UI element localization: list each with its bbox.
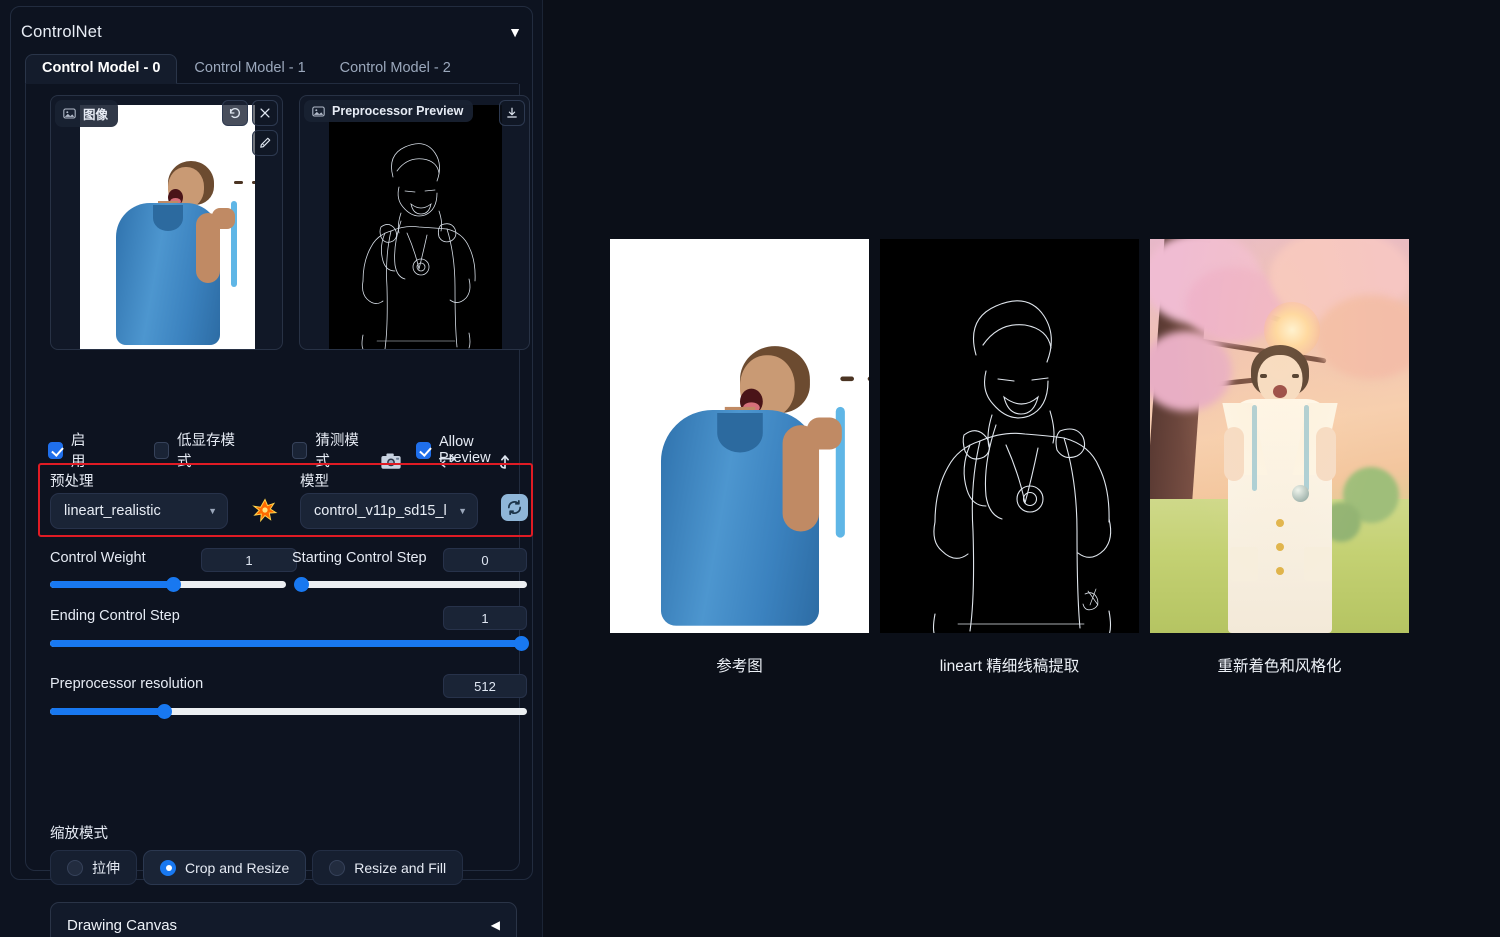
radio-dot [160, 860, 176, 876]
lineart-sketch-large [880, 239, 1141, 635]
gallery-item-stylized: 重新着色和风格化 [1148, 237, 1411, 676]
spark-icon[interactable] [252, 497, 278, 523]
checkbox-allow-preview[interactable]: Allow Preview [416, 434, 518, 466]
model-value: control_v11p_sd15_l [314, 503, 447, 519]
drawing-canvas-label: Drawing Canvas [67, 917, 177, 934]
result-gallery: 参考图 [608, 237, 1411, 676]
source-image-tools [222, 100, 278, 156]
refresh-icon[interactable] [501, 494, 528, 521]
preprocessor-resolution-value[interactable]: 512 [443, 674, 527, 698]
ending-control-step-value[interactable]: 1 [443, 606, 527, 630]
control-weight-value[interactable]: 1 [201, 548, 297, 572]
preprocessor-value: lineart_realistic [64, 503, 161, 519]
image-icon [312, 105, 325, 118]
gallery-item-reference: 参考图 [608, 237, 871, 676]
checkbox-box [48, 442, 63, 459]
checkbox-allow-preview-label: Allow Preview [439, 434, 518, 466]
download-icon[interactable] [499, 100, 525, 126]
undo-icon[interactable] [222, 100, 248, 126]
gallery-item-lineart: lineart 精细线稿提取 [878, 237, 1141, 676]
resize-mode-label: 缩放模式 [50, 822, 108, 843]
controlnet-header[interactable]: ControlNet ▼ [21, 15, 522, 49]
radio-dot [67, 860, 83, 876]
radio-dot [329, 860, 345, 876]
gallery-caption-lineart: lineart 精细线稿提取 [878, 654, 1141, 676]
tab-control-model-0[interactable]: Control Model - 0 [25, 54, 177, 84]
close-icon[interactable] [252, 100, 278, 126]
radio-resize-and-fill[interactable]: Resize and Fill [312, 850, 463, 885]
radio-stretch[interactable]: 拉伸 [50, 850, 137, 885]
checkbox-enable[interactable]: 启用 [48, 429, 96, 471]
caret-down-icon[interactable]: ▼ [508, 25, 522, 39]
checkbox-low-vram[interactable]: 低显存模式 [154, 429, 240, 471]
pencil-edit-icon[interactable] [252, 130, 278, 156]
preprocessor-preview-tools [499, 100, 525, 126]
gallery-caption-stylized: 重新着色和风格化 [1148, 654, 1411, 676]
caret-left-icon: ◀ [491, 918, 500, 932]
page-title: ControlNet [21, 23, 102, 42]
checkbox-box [154, 442, 169, 459]
control-weight-label: Control Weight [50, 550, 146, 566]
lineart-map-image[interactable] [878, 237, 1141, 635]
preprocessor-preview-label: Preprocessor Preview [332, 104, 463, 118]
resize-mode-group: 拉伸 Crop and Resize Resize and Fill [50, 850, 463, 885]
gallery-caption-reference: 参考图 [608, 654, 871, 676]
checkbox-box [416, 442, 431, 459]
preprocessor-preview-image [329, 105, 502, 350]
checkbox-guess-mode[interactable]: 猜测模式 [292, 429, 366, 471]
starting-control-step-slider[interactable] [296, 581, 527, 588]
controlnet-panel-body: ControlNet ▼ Control Model - 0 Control M… [10, 6, 533, 880]
stylized-result-image[interactable] [1148, 237, 1411, 635]
model-label: 模型 [300, 470, 329, 491]
controlnet-panel: ControlNet ▼ Control Model - 0 Control M… [0, 0, 543, 937]
checkbox-box [292, 442, 307, 459]
ending-control-step-label: Ending Control Step [50, 608, 180, 624]
image-icon [63, 107, 76, 120]
preprocessor-resolution-slider[interactable] [50, 708, 527, 715]
app-root: ControlNet ▼ Control Model - 0 Control M… [0, 0, 1500, 937]
tab-bar: Control Model - 0 Control Model - 1 Cont… [25, 51, 518, 84]
tab-panel-content: 图像 [25, 84, 520, 871]
preprocessor-preview-pane[interactable]: Preprocessor Preview [299, 95, 530, 350]
sunlight-overlay [1150, 239, 1409, 633]
source-image-label-chip: 图像 [55, 100, 118, 127]
chevron-down-icon: ▼ [208, 506, 217, 516]
options-row: 启用 低显存模式 猜测模式 Allow Preview [48, 429, 518, 471]
preprocessor-label: 预处理 [50, 470, 94, 491]
preprocessor-resolution-label: Preprocessor resolution [50, 676, 203, 692]
starting-control-step-value[interactable]: 0 [443, 548, 527, 572]
checkbox-guess-mode-label: 猜测模式 [315, 429, 366, 471]
chevron-down-icon: ▼ [458, 506, 467, 516]
reference-photo-image[interactable] [608, 237, 871, 635]
tab-control-model-2[interactable]: Control Model - 2 [323, 54, 468, 83]
radio-crop-and-resize-label: Crop and Resize [185, 860, 289, 876]
radio-stretch-label: 拉伸 [92, 858, 120, 878]
drawing-canvas-accordion[interactable]: Drawing Canvas ◀ [50, 902, 517, 937]
source-image-pane[interactable]: 图像 [50, 95, 283, 350]
control-weight-slider[interactable] [50, 581, 286, 588]
radio-crop-and-resize[interactable]: Crop and Resize [143, 850, 306, 885]
radio-resize-and-fill-label: Resize and Fill [354, 860, 446, 876]
checkbox-enable-label: 启用 [71, 429, 96, 471]
preprocessor-preview-label-chip: Preprocessor Preview [304, 100, 473, 122]
tab-control-model-1[interactable]: Control Model - 1 [177, 54, 322, 83]
lineart-sketch [329, 105, 502, 350]
source-image-label: 图像 [83, 104, 108, 123]
starting-control-step-label: Starting Control Step [292, 550, 427, 566]
checkbox-low-vram-label: 低显存模式 [177, 429, 240, 471]
ending-control-step-slider[interactable] [50, 640, 527, 647]
preprocessor-select[interactable]: lineart_realistic ▼ [50, 493, 228, 529]
model-select[interactable]: control_v11p_sd15_l ▼ [300, 493, 478, 529]
